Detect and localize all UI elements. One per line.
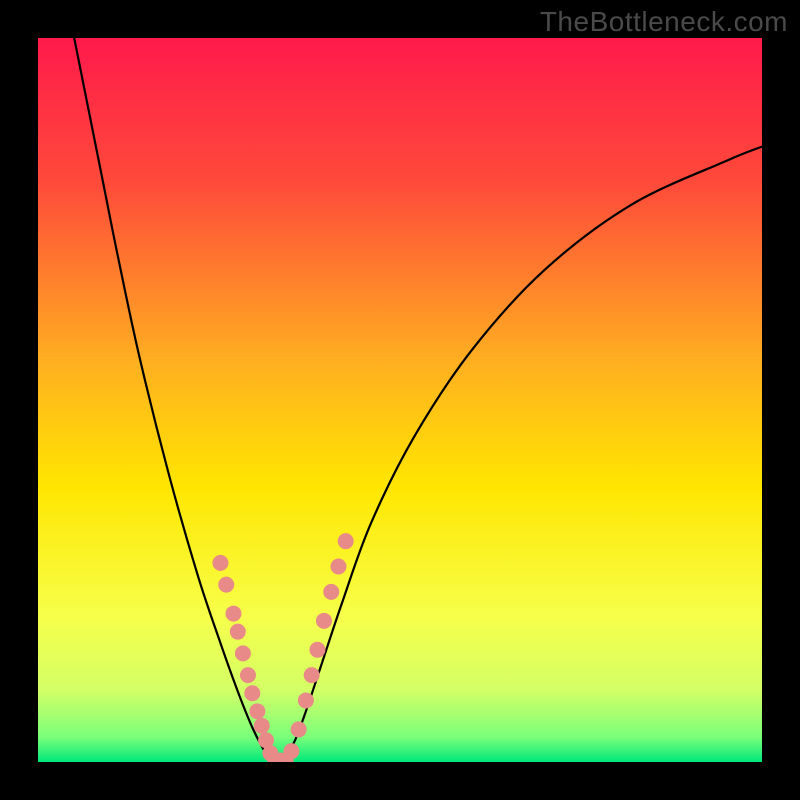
marker-dot: [283, 743, 299, 759]
marker-dot: [235, 645, 251, 661]
marker-dot: [230, 624, 246, 640]
marker-dot: [244, 685, 260, 701]
marker-dot: [225, 606, 241, 622]
marker-dot: [240, 667, 256, 683]
marker-dot: [330, 559, 346, 575]
marker-dot: [291, 721, 307, 737]
marker-dot: [249, 703, 265, 719]
plot-background: [38, 38, 762, 762]
marker-dot: [304, 667, 320, 683]
bottleneck-chart: [0, 0, 800, 800]
marker-dot: [218, 577, 234, 593]
marker-dot: [323, 584, 339, 600]
marker-dot: [338, 533, 354, 549]
marker-dot: [298, 692, 314, 708]
watermark-text: TheBottleneck.com: [540, 6, 788, 38]
marker-dot: [212, 555, 228, 571]
marker-dot: [316, 613, 332, 629]
marker-dot: [309, 642, 325, 658]
chart-frame: TheBottleneck.com: [0, 0, 800, 800]
marker-dot: [254, 718, 270, 734]
